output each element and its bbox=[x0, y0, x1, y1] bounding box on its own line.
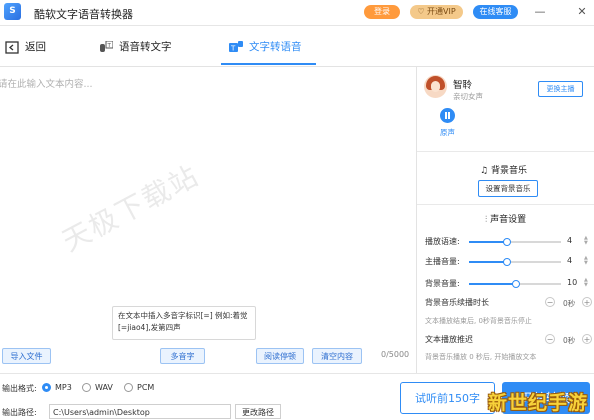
voice-avatar bbox=[424, 75, 447, 98]
login-button[interactable]: 登录 bbox=[364, 5, 400, 19]
vip-button[interactable]: ♡ 开通VIP bbox=[410, 5, 463, 19]
format-wav-radio[interactable] bbox=[82, 383, 91, 392]
text-delay-minus-button[interactable]: − bbox=[545, 334, 555, 344]
bg-volume-slider-fill bbox=[469, 283, 515, 285]
text-delay-label: 文本播放推迟 bbox=[425, 335, 473, 344]
bgm-delay-plus-button[interactable]: + bbox=[582, 297, 592, 307]
bg-volume-label: 背景音量: bbox=[425, 279, 460, 288]
text-delay-plus-button[interactable]: + bbox=[582, 334, 592, 344]
text-delay-value: 0秒 bbox=[563, 336, 576, 345]
output-path-field[interactable]: C:\Users\admin\Desktop bbox=[49, 404, 231, 419]
speed-label: 播放语速: bbox=[425, 237, 460, 246]
editor-placeholder: 请在此输入文本内容... bbox=[0, 79, 93, 90]
back-icon bbox=[5, 40, 19, 54]
voice-name: 智聆 bbox=[453, 80, 473, 91]
active-tab-indicator bbox=[221, 63, 316, 65]
bgm-delay-minus-button[interactable]: − bbox=[545, 297, 555, 307]
output-format-label: 输出格式: bbox=[2, 384, 37, 393]
tab-text-to-speech[interactable]: T 文字转语音 bbox=[229, 37, 302, 57]
minimize-icon[interactable]: — bbox=[533, 4, 547, 20]
equalizer-icon: ⫶ bbox=[485, 215, 488, 225]
app-logo-icon: S bbox=[4, 3, 21, 20]
svg-text:T: T bbox=[107, 43, 112, 49]
sound-section-title: ⫶ 声音设置 bbox=[485, 212, 526, 225]
bg-volume-value: 10 bbox=[567, 278, 578, 287]
read-pause-button[interactable]: 阅读停顿 bbox=[256, 348, 304, 364]
close-icon[interactable]: ✕ bbox=[575, 4, 589, 20]
anchor-volume-label: 主播音量: bbox=[425, 257, 460, 266]
back-button[interactable]: 返回 bbox=[5, 37, 46, 57]
pause-icon[interactable] bbox=[440, 108, 455, 123]
bgm-delay-note: 文本播放结束后, 0秒背景音乐停止 bbox=[425, 317, 532, 325]
change-voice-button[interactable]: 更换主播 bbox=[538, 81, 583, 97]
anchor-volume-stepper[interactable]: ▲ ▼ bbox=[584, 256, 588, 266]
format-pcm-label: PCM bbox=[137, 383, 155, 392]
music-note-icon: ♫ bbox=[480, 166, 489, 176]
polyphone-button[interactable]: 多音字 bbox=[160, 348, 205, 364]
tab-text-to-speech-label: 文字转语音 bbox=[249, 41, 302, 53]
app-title: 酷软文字语音转换器 bbox=[34, 8, 133, 21]
bg-volume-slider-knob[interactable] bbox=[512, 280, 520, 288]
import-file-button[interactable]: 导入文件 bbox=[2, 348, 51, 364]
bg-volume-slider[interactable] bbox=[469, 280, 561, 288]
voice-preview-label: 原声 bbox=[440, 128, 455, 137]
text-delay-note: 背景音乐播放 0 秒后, 开始播放文本 bbox=[425, 353, 537, 361]
polyphone-tooltip: 在文本中插入多音字标识[=] 例如:着觉[=jiao4],发第四声 bbox=[112, 306, 256, 340]
text-to-speech-icon: T bbox=[229, 40, 243, 52]
bg-volume-stepper[interactable]: ▲ ▼ bbox=[584, 278, 588, 288]
bgm-title: 背景音乐 bbox=[490, 166, 527, 176]
avatar-face bbox=[431, 81, 440, 92]
format-mp3-radio[interactable] bbox=[42, 383, 51, 392]
format-mp3-label: MP3 bbox=[55, 383, 72, 392]
speed-slider[interactable] bbox=[469, 238, 561, 246]
set-bgm-button[interactable]: 设置背景音乐 bbox=[478, 180, 538, 197]
divider bbox=[417, 204, 594, 205]
char-counter: 0/5000 bbox=[381, 350, 410, 359]
bgm-delay-label: 背景音乐续播时长 bbox=[425, 298, 489, 307]
anchor-volume-slider-knob[interactable] bbox=[502, 258, 511, 266]
tab-speech-to-text-label: 语音转文字 bbox=[119, 41, 172, 53]
speed-slider-fill bbox=[469, 241, 506, 243]
pause-bar-left bbox=[445, 112, 447, 119]
bgm-section-title: ♫ 背景音乐 bbox=[480, 163, 527, 176]
anchor-volume-value: 4 bbox=[567, 256, 573, 265]
speed-slider-knob[interactable] bbox=[502, 238, 511, 246]
nav-bar: 返回 T 语音转文字 T 文字转语音 bbox=[0, 26, 594, 67]
clear-content-button[interactable]: 清空内容 bbox=[312, 348, 362, 364]
change-path-button[interactable]: 更改路径 bbox=[235, 404, 281, 419]
format-pcm-radio[interactable] bbox=[124, 383, 133, 392]
output-path-label: 输出路径: bbox=[2, 408, 37, 417]
back-label: 返回 bbox=[25, 41, 46, 53]
divider bbox=[417, 151, 594, 152]
speed-value: 4 bbox=[567, 236, 573, 245]
svg-text:T: T bbox=[230, 44, 236, 52]
title-bar: S 酷软文字语音转换器 登录 ♡ 开通VIP 在线客服 — ✕ bbox=[0, 0, 594, 26]
preview-150-button[interactable]: 试听前150字 bbox=[400, 382, 495, 414]
customer-service-button[interactable]: 在线客服 bbox=[473, 5, 518, 19]
anchor-volume-slider-fill bbox=[469, 261, 506, 263]
speed-stepper[interactable]: ▲ ▼ bbox=[584, 236, 588, 246]
speech-to-text-icon: T bbox=[100, 40, 113, 52]
editor-watermark: 天极下载站 bbox=[56, 158, 205, 259]
site-watermark: 新世纪手游 bbox=[488, 392, 589, 414]
sound-title: 声音设置 bbox=[490, 215, 527, 225]
format-wav-label: WAV bbox=[95, 383, 113, 392]
anchor-volume-slider[interactable] bbox=[469, 258, 561, 266]
voice-description: 亲切女声 bbox=[453, 92, 483, 101]
pause-bar-right bbox=[448, 112, 450, 119]
tab-speech-to-text[interactable]: T 语音转文字 bbox=[99, 37, 172, 57]
bgm-delay-value: 0秒 bbox=[563, 299, 576, 308]
